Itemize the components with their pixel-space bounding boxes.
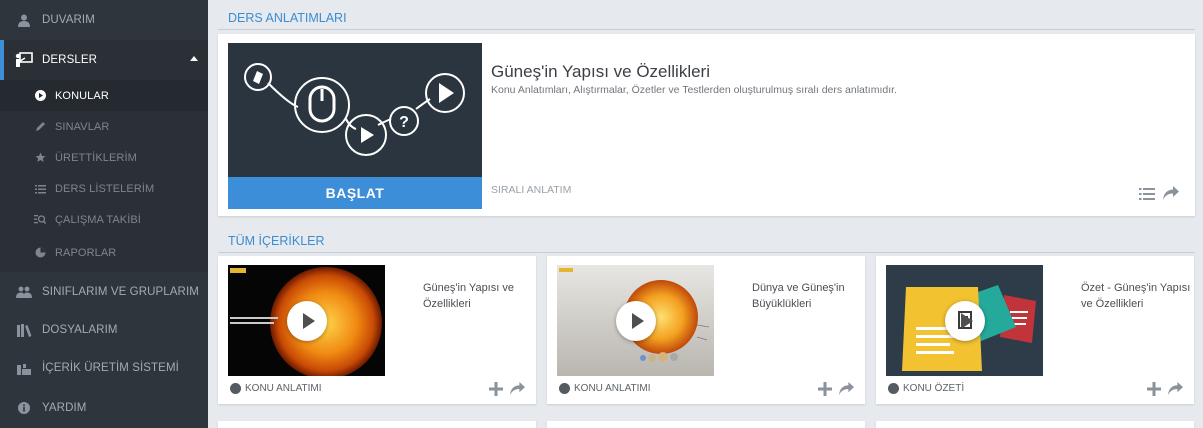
start-button[interactable]: BAŞLAT [228, 177, 482, 209]
sidebar-item-label: DUVARIM [42, 14, 95, 26]
type-dot-icon [888, 383, 899, 394]
content-type-label: KONU ANLATIMI [245, 383, 322, 394]
sidebar-item-label: SINAVLAR [55, 120, 110, 133]
play-button[interactable] [615, 300, 656, 341]
pencil-icon [33, 118, 47, 136]
sidebar-item-urettiklerim[interactable]: ÜRETTİKLERİM [0, 142, 208, 173]
sidebar-item-label: ÜRETTİKLERİM [55, 151, 137, 164]
sidebar-item-label: DERS LİSTELERİM [55, 182, 155, 195]
sidebar-item-icerik-uretim[interactable]: İÇERİK ÜRETİM SİSTEMİ [0, 348, 208, 388]
video-thumbnail[interactable] [228, 265, 385, 376]
add-icon[interactable] [1147, 382, 1161, 396]
content-card[interactable]: Güneş'in Yapısı ve Özellikleri KONU ANLA… [218, 256, 536, 404]
caret-up-icon [190, 56, 198, 61]
sidebar-item-dersler[interactable]: DERSLER [0, 40, 208, 80]
list-icon [33, 180, 47, 198]
mouse-icon [308, 85, 336, 123]
featured-lesson-card: ? BAŞLAT Güneş'in Yapısı ve Özellikleri … [218, 34, 1195, 216]
content-title[interactable]: Güneş'in Yapısı ve Özellikleri [423, 280, 533, 312]
search-list-icon [33, 211, 47, 229]
sidebar-item-label: DERSLER [42, 54, 98, 66]
share-icon[interactable] [509, 381, 526, 396]
question-icon: ? [399, 114, 409, 131]
pencil-icon [253, 71, 263, 84]
sidebar-item-dosyalarim[interactable]: DOSYALARIM [0, 310, 208, 350]
content-type-label: KONU ANLATIMI [574, 383, 651, 394]
add-icon[interactable] [818, 382, 832, 396]
play-button[interactable] [286, 300, 327, 341]
list-icon[interactable] [1139, 187, 1155, 201]
section-title-tum-icerikler: TÜM İÇERİKLER [218, 229, 1195, 253]
content-card[interactable]: Dünya ve Güneş'in Büyüklükleri KONU ANLA… [547, 256, 865, 404]
sidebar: DUVARIM DERSLER KONULAR SINAVLAR ÜRETTİK… [0, 0, 208, 428]
teacher-board-icon [15, 51, 33, 69]
content-card[interactable]: Özet - Güneş'in Yapısı ve Özellikleri KO… [876, 256, 1194, 404]
sidebar-item-ders-listelerim[interactable]: DERS LİSTELERİM [0, 173, 208, 204]
sidebar-item-siniflarim[interactable]: SINIFLARIM VE GRUPLARIM [0, 272, 208, 312]
lesson-flow-illustration: ? [244, 63, 465, 156]
users-icon [15, 283, 33, 301]
type-dot-icon [559, 383, 570, 394]
content-type: KONU ÖZETİ [888, 383, 964, 394]
document-icon [957, 310, 972, 329]
content-type: KONU ANLATIMI [559, 383, 651, 394]
sidebar-item-calisma-takibi[interactable]: ÇALIŞMA TAKİBİ [0, 204, 208, 235]
video-thumbnail[interactable] [557, 265, 714, 376]
sidebar-item-label: KONULAR [55, 89, 109, 102]
sidebar-item-label: ÇALIŞMA TAKİBİ [55, 213, 141, 226]
sidebar-item-label: DOSYALARIM [42, 324, 118, 336]
sidebar-item-label: İÇERİK ÜRETİM SİSTEMİ [42, 362, 179, 374]
play-circle-icon [33, 87, 47, 105]
info-icon [15, 399, 33, 417]
add-icon[interactable] [489, 382, 503, 396]
featured-lesson-title[interactable]: Güneş'in Yapısı ve Özellikleri [491, 62, 710, 82]
content-title[interactable]: Dünya ve Güneş'in Büyüklükleri [752, 280, 862, 312]
content-title[interactable]: Özet - Güneş'in Yapısı ve Özellikleri [1081, 280, 1191, 312]
content-card-partial [876, 421, 1194, 428]
share-icon[interactable] [1162, 185, 1180, 201]
type-dot-icon [230, 383, 241, 394]
share-icon[interactable] [1167, 381, 1184, 396]
star-icon [33, 149, 47, 167]
content-card-partial [218, 421, 536, 428]
featured-lesson-description: Konu Anlatımları, Alıştırmalar, Özetler … [491, 84, 897, 96]
pie-chart-icon [33, 244, 47, 262]
user-icon [15, 11, 33, 29]
content-type: KONU ANLATIMI [230, 383, 322, 394]
featured-lesson-thumbnail[interactable]: ? BAŞLAT [228, 43, 482, 209]
sidebar-item-label: RAPORLAR [55, 246, 117, 259]
sidebar-item-sinavlar[interactable]: SINAVLAR [0, 111, 208, 142]
featured-lesson-type: SIRALI ANLATIM [491, 184, 572, 196]
content-type-label: KONU ÖZETİ [903, 383, 965, 394]
books-icon [15, 321, 33, 339]
sidebar-item-yardim[interactable]: YARDIM [0, 388, 208, 428]
section-title-ders-anlatimlari: DERS ANLATIMLARI [218, 6, 1195, 30]
sidebar-item-label: YARDIM [42, 402, 87, 414]
production-icon [15, 359, 33, 377]
summary-badge[interactable] [944, 300, 985, 341]
sidebar-item-konular[interactable]: KONULAR [0, 80, 208, 111]
play-icon [361, 127, 374, 143]
sidebar-item-raporlar[interactable]: RAPORLAR [0, 237, 208, 268]
share-icon[interactable] [838, 381, 855, 396]
summary-thumbnail[interactable] [886, 265, 1043, 376]
sidebar-item-duvarim[interactable]: DUVARIM [0, 0, 208, 40]
sidebar-item-label: SINIFLARIM VE GRUPLARIM [42, 286, 199, 298]
content-card-partial [547, 421, 865, 428]
play-icon [439, 83, 454, 103]
